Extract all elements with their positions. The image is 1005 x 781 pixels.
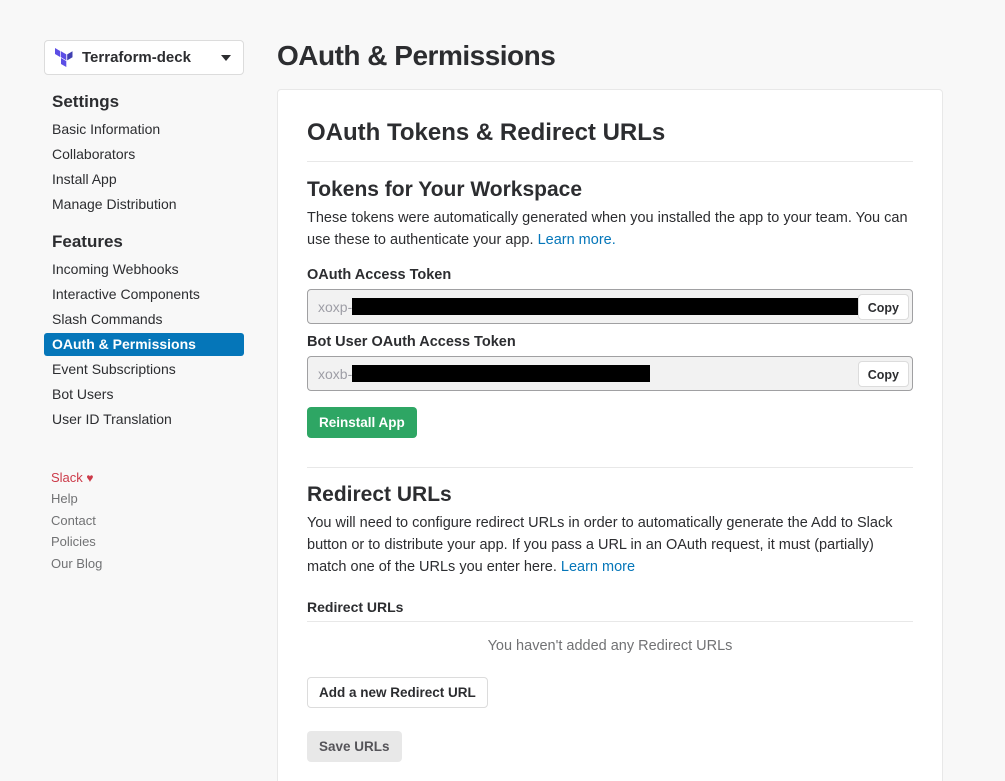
nav-slash-commands[interactable]: Slash Commands — [44, 308, 244, 331]
nav-basic-information[interactable]: Basic Information — [44, 118, 244, 141]
redacted-token — [352, 298, 865, 315]
nav-incoming-webhooks[interactable]: Incoming Webhooks — [44, 258, 244, 281]
nav-oauth-permissions[interactable]: OAuth & Permissions — [44, 333, 244, 356]
features-heading: Features — [52, 232, 123, 251]
nav-event-subscriptions[interactable]: Event Subscriptions — [44, 358, 244, 381]
redirect-section-title: Redirect URLs — [307, 483, 452, 506]
oauth-token-prefix: xoxp- — [318, 298, 353, 315]
sidebar: Terraform-deck Settings Basic Informatio… — [44, 40, 244, 574]
app-name: Terraform-deck — [82, 49, 191, 66]
card-title: OAuth Tokens & Redirect URLs — [307, 119, 666, 146]
redacted-token — [352, 365, 651, 382]
bot-token-field[interactable]: xoxb- Copy — [307, 356, 913, 391]
nav-bot-users[interactable]: Bot Users — [44, 383, 244, 406]
redirect-urls-label: Redirect URLs — [307, 599, 913, 622]
footer-contact-link[interactable]: Contact — [51, 510, 244, 531]
tokens-description: These tokens were automatically generate… — [307, 207, 913, 251]
footer-links: Slack ♥ Help Contact Policies Our Blog — [44, 467, 244, 574]
redirect-learn-more-link[interactable]: Learn more — [561, 559, 635, 575]
heart-icon: ♥ — [86, 471, 94, 485]
nav-interactive-components[interactable]: Interactive Components — [44, 283, 244, 306]
reinstall-app-button[interactable]: Reinstall App — [307, 407, 417, 438]
app-picker[interactable]: Terraform-deck — [44, 40, 244, 75]
add-redirect-row: Add a new Redirect URL — [307, 677, 913, 708]
nav-collaborators[interactable]: Collaborators — [44, 143, 244, 166]
reinstall-row: Reinstall App — [307, 407, 913, 438]
bot-token-prefix: xoxb- — [318, 365, 353, 382]
oauth-card: OAuth Tokens & Redirect URLs Tokens for … — [277, 89, 943, 781]
save-urls-button[interactable]: Save URLs — [307, 731, 402, 762]
footer-slack-link[interactable]: Slack ♥ — [51, 467, 244, 488]
footer-slack-label: Slack — [51, 470, 83, 485]
footer-help-link[interactable]: Help — [51, 488, 244, 509]
redirect-urls-empty: You haven't added any Redirect URLs — [487, 638, 733, 654]
terraform-logo-icon — [54, 48, 74, 68]
oauth-token-field[interactable]: xoxp- Copy — [307, 289, 913, 324]
save-row: Save URLs — [307, 731, 913, 762]
footer-policies-link[interactable]: Policies — [51, 531, 244, 552]
copy-bot-token-button[interactable]: Copy — [857, 361, 909, 387]
page-title: OAuth & Permissions — [277, 40, 556, 71]
copy-oauth-token-button[interactable]: Copy — [857, 294, 909, 320]
nav-user-id-translation[interactable]: User ID Translation — [44, 408, 244, 431]
nav-manage-distribution[interactable]: Manage Distribution — [44, 193, 244, 216]
caret-down-icon[interactable] — [221, 54, 231, 61]
divider — [307, 161, 913, 162]
tokens-section-title: Tokens for Your Workspace — [307, 178, 583, 201]
bot-token-label: Bot User OAuth Access Token — [307, 334, 516, 350]
tokens-learn-more-link[interactable]: Learn more. — [538, 232, 616, 248]
add-redirect-url-button[interactable]: Add a new Redirect URL — [307, 677, 488, 708]
settings-heading: Settings — [52, 92, 120, 111]
redirect-description: You will need to configure redirect URLs… — [307, 512, 913, 578]
oauth-token-label: OAuth Access Token — [307, 267, 452, 283]
nav-install-app[interactable]: Install App — [44, 168, 244, 191]
footer-blog-link[interactable]: Our Blog — [51, 553, 244, 574]
divider — [307, 467, 913, 468]
